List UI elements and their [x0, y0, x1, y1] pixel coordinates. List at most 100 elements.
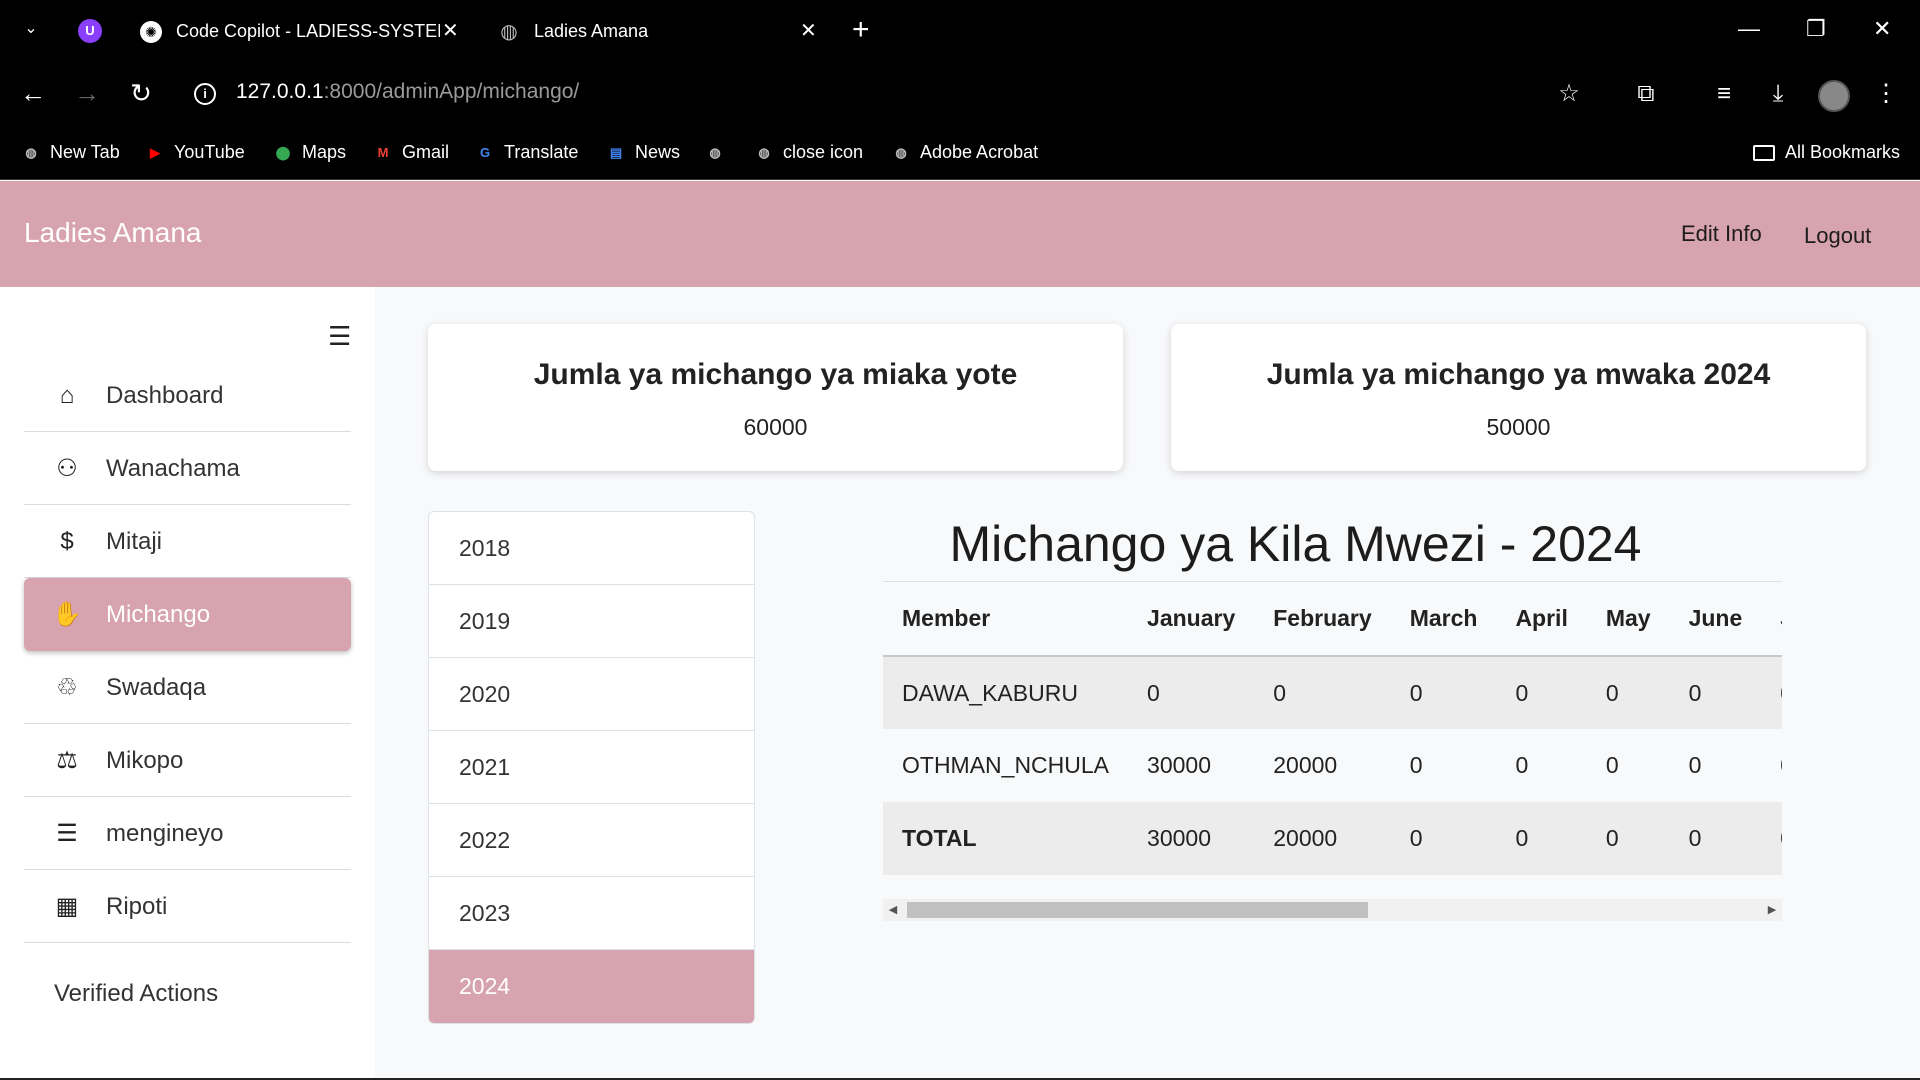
tab-title: Ladies Amana: [534, 21, 649, 41]
table-title: Michango ya Kila Mwezi - 2024: [949, 516, 1642, 572]
bookmark-label: Gmail: [402, 142, 450, 162]
bookmarks-bar: ◍ New Tab ▶ YouTube ⬤ Maps M Gmail G Translate ▤ Ne…: [0, 126, 1920, 180]
sidebar-item-label: Dashboard: [106, 382, 224, 409]
bookmark-item[interactable]: M Gmail: [372, 139, 449, 165]
bookmark-item[interactable]: ▶ YouTube: [144, 139, 245, 165]
bookmark-label: News: [635, 142, 681, 162]
browser-address-bar: ← → ↻ i 127.0.0.1:8000/adminApp/michango…: [0, 60, 1920, 126]
amount-cell: 0: [1128, 656, 1255, 729]
column-header: July: [1761, 582, 1782, 657]
site-info-icon[interactable]: i: [194, 83, 216, 105]
column-header: January: [1128, 582, 1255, 657]
forward-arrow-icon[interactable]: →: [70, 76, 104, 110]
amount-cell: 0: [1515, 752, 1529, 778]
amount-cell: 0: [1390, 656, 1497, 729]
sidebar-item-label: mengineyo: [106, 820, 224, 847]
report-icon: ▦: [55, 893, 79, 920]
column-header: March: [1390, 582, 1497, 657]
amount-cell: 0: [1688, 752, 1702, 778]
total-all-years-card: Jumla ya michango ya miaka yote 60000: [428, 324, 1123, 471]
all-bookmarks-label: All Bookmarks: [1784, 142, 1900, 162]
logout-link[interactable]: Logout: [1804, 223, 1871, 249]
brand-link[interactable]: Ladies Amana: [24, 217, 201, 249]
edit-info-link[interactable]: Edit Info: [1681, 221, 1762, 247]
media-controls-icon[interactable]: ≡: [1708, 78, 1740, 110]
bookmark-item[interactable]: ◍ close icon: [753, 139, 863, 165]
sidebar-item-mikopo[interactable]: ⚖ Mikopo: [24, 724, 351, 797]
bookmark-star-icon[interactable]: ☆: [1553, 78, 1585, 110]
restore-icon[interactable]: ❐: [1806, 14, 1826, 44]
bookmark-item[interactable]: ◍ New Tab: [20, 139, 119, 165]
tab-search-chevron-icon[interactable]: ⌄: [18, 16, 44, 42]
horizontal-scrollbar[interactable]: ◀ ▶: [883, 899, 1782, 921]
sidebar-item-michango[interactable]: ✋ Michango: [24, 578, 351, 651]
menu-kebab-icon[interactable]: ⋮: [1870, 78, 1902, 110]
year-item[interactable]: 2021: [429, 731, 754, 804]
bookmark-item[interactable]: ◍: [704, 139, 734, 165]
year-item[interactable]: 2020: [429, 658, 754, 731]
url-field[interactable]: 127.0.0.1:8000/adminApp/michango/: [236, 80, 579, 104]
reload-icon[interactable]: ↻: [124, 76, 158, 110]
extensions-puzzle-icon[interactable]: ⧉: [1630, 78, 1662, 110]
year-item[interactable]: 2019: [429, 585, 754, 658]
year-item[interactable]: 2022: [429, 804, 754, 877]
sidebar-item-dashboard[interactable]: ⌂ Dashboard: [24, 359, 351, 432]
sidebar-item-wanachama[interactable]: ⚇ Wanachama: [24, 432, 351, 505]
tab-title: Code Copilot - LADIESS-SYSTEM: [176, 21, 440, 41]
new-tab-plus-icon[interactable]: +: [852, 12, 870, 48]
contributions-table-container: MemberJanuaryFebruaryMarchAprilMayJuneJu…: [883, 581, 1782, 875]
browser-tab-code-copilot[interactable]: ✺ Code Copilot - LADIESS-SYSTEM: [140, 12, 440, 50]
bookmark-item[interactable]: ▤ News: [605, 139, 680, 165]
bookmark-label: YouTube: [174, 142, 245, 162]
total-row: TOTAL300002000000000: [883, 802, 1782, 875]
maps-icon: ⬤: [275, 145, 291, 161]
amount-cell: 0: [1586, 656, 1670, 729]
bookmark-item[interactable]: ◍ Adobe Acrobat: [890, 139, 1038, 165]
total-amount-cell: 0: [1669, 802, 1762, 875]
globe-icon: ◍: [758, 145, 770, 161]
card-title: Jumla ya michango ya mwaka 2024: [1266, 358, 1771, 391]
extension-tab-icon[interactable]: U: [78, 19, 102, 43]
youtube-icon: ▶: [150, 145, 160, 161]
sidebar-item-mengineyo[interactable]: ☰ mengineyo: [24, 797, 351, 870]
browser-tab-ladies-amana[interactable]: ◍ Ladies Amana: [498, 12, 818, 50]
column-header: April: [1496, 582, 1587, 657]
amount-cell: 0: [1254, 656, 1391, 729]
year-item[interactable]: 2018: [429, 512, 754, 585]
close-tab-icon[interactable]: ✕: [800, 12, 817, 50]
back-arrow-icon[interactable]: ←: [16, 76, 50, 110]
amount-cell: 0: [1409, 752, 1423, 778]
scroll-right-icon[interactable]: ▶: [1764, 899, 1780, 921]
total-amount-cell: 0: [1390, 802, 1497, 875]
amount-cell: 0: [1761, 656, 1782, 729]
globe-icon: ◍: [25, 145, 37, 161]
sidebar-item-ripoti[interactable]: ▦ Ripoti: [24, 870, 351, 943]
sidebar-item-verified-actions[interactable]: Verified Actions: [54, 980, 218, 1008]
hamburger-menu-icon[interactable]: ☰: [328, 323, 352, 349]
sidebar-item-mitaji[interactable]: $ Mitaji: [24, 505, 351, 578]
table-row: DAWA_KABURU0000000: [883, 656, 1782, 729]
bookmark-label: Translate: [504, 142, 579, 162]
sidebar-item-label: Ripoti: [106, 893, 168, 920]
bookmark-item[interactable]: ⬤ Maps: [272, 139, 346, 165]
close-tab-icon[interactable]: ✕: [442, 12, 459, 50]
sidebar-item-swadaqa[interactable]: ♲ Swadaqa: [24, 651, 351, 724]
sidebar-item-label: Swadaqa: [106, 674, 207, 701]
sidebar-item-label: Mitaji: [106, 528, 163, 555]
year-item[interactable]: 2024: [429, 950, 754, 1023]
scrollbar-thumb[interactable]: [907, 902, 1368, 918]
bookmark-item[interactable]: G Translate: [474, 139, 578, 165]
year-item[interactable]: 2023: [429, 877, 754, 950]
scroll-left-icon[interactable]: ◀: [885, 899, 901, 921]
all-bookmarks-button[interactable]: All Bookmarks: [1752, 139, 1900, 165]
amount-cell: 0: [1669, 656, 1762, 729]
profile-avatar[interactable]: [1818, 80, 1850, 112]
minimize-icon[interactable]: —: [1738, 14, 1760, 44]
money-bag-icon: $: [60, 528, 74, 555]
close-window-icon[interactable]: ✕: [1873, 14, 1891, 44]
download-icon[interactable]: ⤓: [1762, 78, 1794, 110]
translate-icon: G: [479, 145, 491, 161]
card-value: 50000: [1486, 414, 1551, 440]
loan-icon: ⚖: [56, 747, 78, 774]
amount-cell: 0: [1496, 656, 1587, 729]
